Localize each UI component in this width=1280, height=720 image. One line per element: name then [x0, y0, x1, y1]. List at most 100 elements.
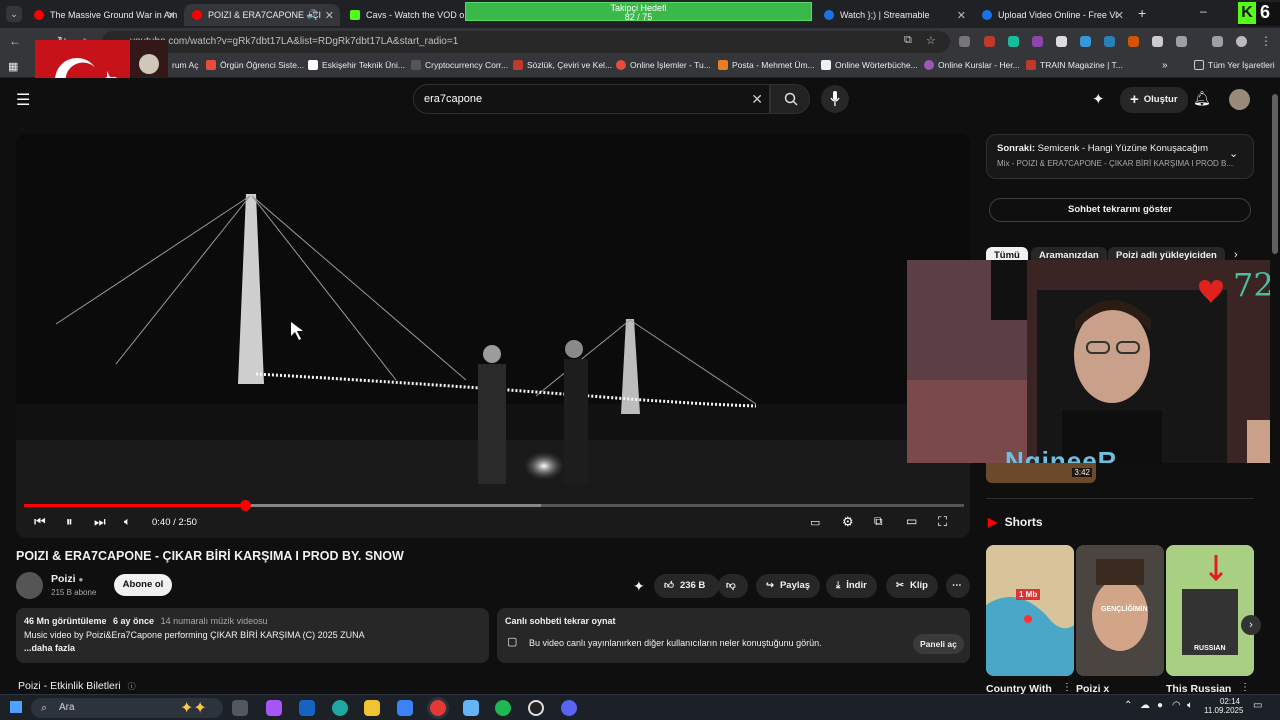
- video-progress-bar[interactable]: [24, 500, 964, 511]
- fullscreen-icon[interactable]: ⛶: [938, 514, 947, 530]
- notifications-bell-icon[interactable]: 🔔︎: [1193, 90, 1211, 107]
- extensions-puzzle-icon[interactable]: [1176, 36, 1187, 47]
- windows-start-icon[interactable]: [10, 701, 22, 713]
- tab-upload-video[interactable]: Upload Video Online - Free Vi ✕: [974, 4, 1130, 26]
- tray-cloud-icon[interactable]: ☁: [1140, 700, 1150, 711]
- subtitles-icon[interactable]: ▭: [810, 516, 820, 529]
- copilot-icon[interactable]: [266, 700, 282, 716]
- store-icon[interactable]: [397, 700, 413, 716]
- scrollbar-thumb[interactable]: [1272, 94, 1278, 254]
- extension-shield-icon[interactable]: [959, 36, 970, 47]
- shorts-next-button[interactable]: ›: [1241, 615, 1261, 635]
- theater-mode-icon[interactable]: ▭: [906, 514, 917, 528]
- url-bar[interactable]: youtube.com/watch?v=gRk7dbt17LA&list=RDg…: [102, 31, 950, 53]
- page-scrollbar[interactable]: [1270, 78, 1280, 694]
- clear-search-icon[interactable]: ✕: [751, 85, 763, 113]
- extension-icon[interactable]: [1008, 36, 1019, 47]
- volume-icon[interactable]: 🔈︎: [124, 516, 131, 529]
- profile-avatar-icon[interactable]: [1236, 36, 1247, 47]
- tab-kick-vod[interactable]: Cavs - Watch the VOD on Ki: [342, 4, 464, 26]
- show-more-link[interactable]: ...daha fazla: [24, 643, 75, 653]
- file-explorer-icon[interactable]: [364, 700, 380, 716]
- bookmark-item[interactable]: Eskişehir Teknik Üni...: [308, 60, 405, 70]
- bookmark-item[interactable]: Online Kurslar - Her...: [924, 60, 1020, 70]
- bookmark-item[interactable]: Posta - Mehmet Üm...: [718, 60, 815, 70]
- chrome-icon[interactable]: [430, 700, 446, 716]
- tab-massive-ground-war[interactable]: The Massive Ground War in Am ✕: [26, 4, 182, 26]
- miniplayer-icon[interactable]: ⧉: [874, 514, 883, 529]
- tab-streamable[interactable]: Watch };) | Streamable ✕: [816, 4, 972, 26]
- task-view-icon[interactable]: [232, 700, 248, 716]
- bookmark-star-icon[interactable]: ☆: [926, 34, 936, 47]
- spotify-icon[interactable]: [495, 700, 511, 716]
- short-thumbnail[interactable]: 1 Mb: [986, 545, 1074, 676]
- all-bookmarks[interactable]: Tüm Yer İşaretleri: [1194, 60, 1275, 70]
- share-button[interactable]: ↪ Paylaş: [756, 574, 821, 598]
- short-more-icon[interactable]: ⋮: [1240, 682, 1250, 693]
- extension-icon[interactable]: [1056, 36, 1067, 47]
- bookmark-item[interactable]: Cryptocurrency Corr...: [411, 60, 508, 70]
- apps-grid-icon[interactable]: ▦: [8, 60, 18, 73]
- app-icon[interactable]: [463, 700, 479, 716]
- tray-volume-icon[interactable]: 🔈︎: [1187, 700, 1193, 711]
- more-actions-button[interactable]: ⋯: [946, 574, 970, 598]
- reading-list-icon[interactable]: [1212, 36, 1223, 47]
- scrubber-handle[interactable]: [239, 500, 251, 511]
- menu-dots-icon[interactable]: ⋮: [1260, 34, 1272, 48]
- bookmark-item[interactable]: rum Aç: [172, 60, 198, 70]
- tab-poizi-video[interactable]: POIZI & ERA7CAPONE - ÇI 🔊 ✕: [184, 4, 340, 26]
- more-bookmarks-icon[interactable]: »: [1162, 60, 1168, 71]
- extension-icon[interactable]: [1032, 36, 1043, 47]
- bookmark-item[interactable]: TRAIN Magazine | T...: [1026, 60, 1123, 70]
- like-button[interactable]: 👍︎ 236 B: [654, 574, 720, 598]
- up-next-card[interactable]: Sonraki: Semicenk - Hangi Yüzüne Konuşac…: [986, 134, 1254, 179]
- extension-icon[interactable]: [1128, 36, 1139, 47]
- create-sparkle-icon[interactable]: ✦: [1092, 90, 1105, 108]
- previous-icon[interactable]: ⏮: [34, 514, 46, 530]
- show-chat-replay-button[interactable]: Sohbet tekrarını göster: [989, 198, 1251, 222]
- tray-chevron-icon[interactable]: ⌃: [1124, 700, 1132, 711]
- video-thumbnail[interactable]: 3:42: [986, 463, 1096, 483]
- create-button[interactable]: + Oluştur: [1120, 87, 1188, 113]
- extension-icon[interactable]: [1152, 36, 1163, 47]
- next-icon[interactable]: ⏭: [94, 514, 106, 530]
- taskbar-clock[interactable]: 02:14 11.09.2025: [1204, 697, 1243, 715]
- extension-icon[interactable]: [984, 36, 995, 47]
- speaker-icon[interactable]: 🔊: [307, 9, 318, 20]
- bookmark-item[interactable]: Sözlük, Çeviri ve Kel...: [513, 60, 612, 70]
- new-tab-button[interactable]: +: [1138, 5, 1146, 21]
- close-tab-icon[interactable]: ✕: [167, 9, 176, 22]
- short-more-icon[interactable]: ⋮: [1062, 682, 1072, 693]
- download-button[interactable]: ⤓ İndir: [826, 574, 877, 598]
- pause-icon[interactable]: ⏸: [66, 514, 73, 530]
- edge-icon[interactable]: [332, 700, 348, 716]
- discord-icon[interactable]: [561, 700, 577, 716]
- install-app-icon[interactable]: ⧉: [904, 34, 912, 47]
- notification-center-icon[interactable]: ▭: [1253, 700, 1262, 711]
- outlook-icon[interactable]: [299, 700, 315, 716]
- tray-mic-icon[interactable]: ●: [1157, 700, 1163, 711]
- account-avatar[interactable]: [1229, 89, 1250, 110]
- channel-name[interactable]: Poizi ●: [51, 573, 83, 585]
- dislike-button[interactable]: 👎︎: [718, 574, 748, 598]
- video-player[interactable]: [16, 134, 970, 538]
- close-tab-icon[interactable]: ✕: [1115, 9, 1124, 22]
- tab-search-button[interactable]: ⌄: [6, 6, 22, 22]
- minimize-button[interactable]: –: [1200, 4, 1207, 18]
- clip-button[interactable]: ✂ Klip: [886, 574, 938, 598]
- settings-gear-icon[interactable]: ⚙: [842, 514, 854, 530]
- short-thumbnail[interactable]: GENÇLİĞİMİN: [1076, 545, 1164, 676]
- description-box[interactable]: 46 Mn görüntüleme 6 ay önce 14 numaralı …: [16, 608, 489, 663]
- voice-search-button[interactable]: [821, 85, 849, 113]
- bookmark-item[interactable]: Online İşlemler - Tu...: [616, 60, 711, 70]
- search-input[interactable]: era7capone ✕: [413, 84, 770, 114]
- close-tab-icon[interactable]: ✕: [325, 9, 334, 22]
- info-icon[interactable]: ⓘ: [128, 682, 136, 691]
- short-thumbnail[interactable]: RUSSIAN: [1166, 545, 1254, 676]
- extension-icon[interactable]: [1104, 36, 1115, 47]
- tray-wifi-icon[interactable]: ◠: [1172, 700, 1181, 711]
- extension-icon[interactable]: [1080, 36, 1091, 47]
- close-tab-icon[interactable]: ✕: [957, 9, 966, 22]
- channel-avatar[interactable]: [16, 572, 43, 599]
- bookmark-item[interactable]: Online Wörterbüche...: [821, 60, 918, 70]
